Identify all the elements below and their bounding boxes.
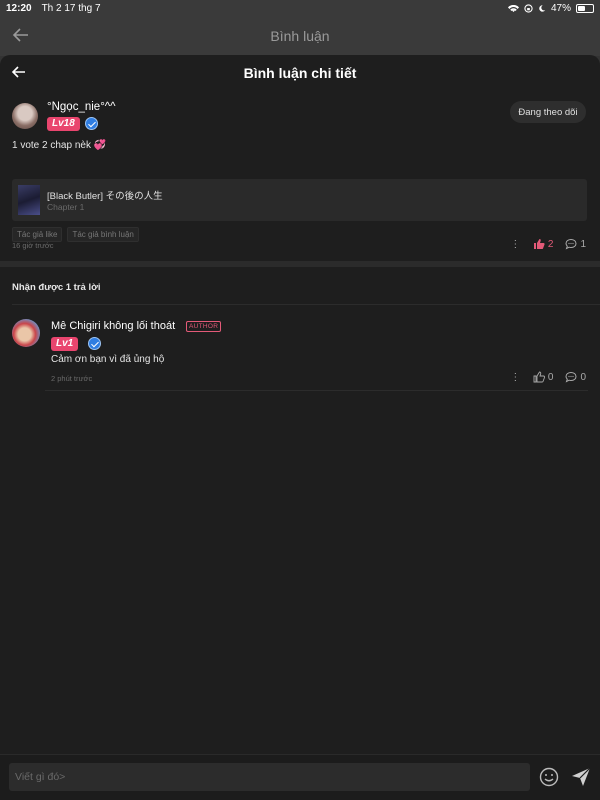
- comment-composer: [0, 754, 600, 800]
- outer-header: Bình luận: [0, 16, 600, 56]
- comment-text-body: 1 vote 2 chap nèk: [12, 140, 91, 151]
- reply-comment-button[interactable]: 0: [565, 371, 586, 383]
- author-badge: AUTHOR: [186, 321, 222, 332]
- reply-count: 1: [580, 238, 586, 250]
- comment-input[interactable]: [9, 763, 530, 791]
- rotation-lock-icon: [524, 3, 533, 13]
- section-divider: [0, 261, 600, 267]
- reply-level-badge: Lv1: [51, 337, 79, 351]
- sheet-header: Bình luận chi tiết: [0, 55, 600, 91]
- reply-username[interactable]: Mê Chigiri không lối thoát: [51, 320, 175, 332]
- battery-icon: [576, 3, 594, 13]
- status-bar: 12:20 Th 2 17 thg 7 47%: [0, 0, 600, 16]
- outer-back-arrow-icon[interactable]: [10, 24, 32, 46]
- book-cover-image: [18, 185, 40, 215]
- reply-actions: ⋮ 0 0: [509, 371, 586, 383]
- outer-title: Bình luận: [270, 28, 330, 44]
- comment-detail-sheet: Bình luận chi tiết °Ngọc_nie°^^ Lv18 Đan…: [0, 55, 600, 800]
- status-time: 12:20: [6, 2, 32, 14]
- battery-fill: [578, 5, 585, 11]
- thumbs-up-icon: [533, 371, 545, 383]
- reply-verified-icon: [88, 337, 101, 350]
- avatar[interactable]: [12, 103, 38, 129]
- heart-emoji: 💞: [93, 140, 107, 151]
- verified-icon: [85, 117, 98, 130]
- replies-divider: [12, 304, 600, 305]
- status-date: Th 2 17 thg 7: [41, 2, 101, 14]
- back-arrow-icon[interactable]: [10, 63, 28, 81]
- status-right: 47%: [507, 2, 594, 14]
- reply-reply-count: 0: [580, 371, 586, 383]
- comment-icon: [565, 238, 577, 250]
- reply-like-count: 0: [547, 371, 554, 383]
- moon-icon: [538, 4, 546, 13]
- comment-icon: [565, 371, 577, 383]
- more-options-icon[interactable]: ⋮: [509, 239, 521, 250]
- level-badge: Lv18: [47, 117, 80, 131]
- comment-text: 1 vote 2 chap nèk 💞: [12, 140, 106, 151]
- battery-percent: 47%: [550, 2, 571, 14]
- follow-button[interactable]: Đang theo dõi: [510, 101, 586, 123]
- wifi-icon: [507, 4, 519, 13]
- tag-author-comment: Tác giả bình luận: [67, 227, 139, 242]
- reply-like-button[interactable]: 0: [533, 371, 554, 383]
- comment-username[interactable]: °Ngọc_nie°^^: [47, 101, 116, 113]
- reply-timestamp: 2 phút trước: [51, 374, 93, 383]
- book-chapter: Chapter 1: [47, 202, 85, 212]
- reply-avatar[interactable]: [12, 319, 40, 347]
- comment-timestamp: 16 giờ trước: [12, 241, 54, 250]
- reply-more-options-icon[interactable]: ⋮: [509, 372, 521, 383]
- comment-actions: ⋮ 2 1: [509, 238, 586, 250]
- reply-divider: [45, 390, 588, 391]
- tag-author-like: Tác giả like: [12, 227, 63, 242]
- comment-tags: Tác giả like Tác giả bình luận: [12, 227, 139, 242]
- emoji-icon[interactable]: [539, 767, 559, 787]
- book-card[interactable]: [Black Butler] その後の人生 Chapter 1: [12, 179, 587, 221]
- send-icon[interactable]: [570, 766, 592, 788]
- reply-text: Cảm ơn bạn vì đã ủng hộ: [51, 354, 165, 365]
- like-button[interactable]: 2: [533, 238, 554, 250]
- page-title: Bình luận chi tiết: [243, 65, 357, 81]
- thumbs-up-icon: [533, 238, 545, 250]
- reply-count-button[interactable]: 1: [565, 238, 586, 250]
- like-count: 2: [547, 238, 554, 250]
- book-title: [Black Butler] その後の人生: [47, 191, 163, 202]
- replies-header: Nhận được 1 trả lời: [12, 282, 101, 293]
